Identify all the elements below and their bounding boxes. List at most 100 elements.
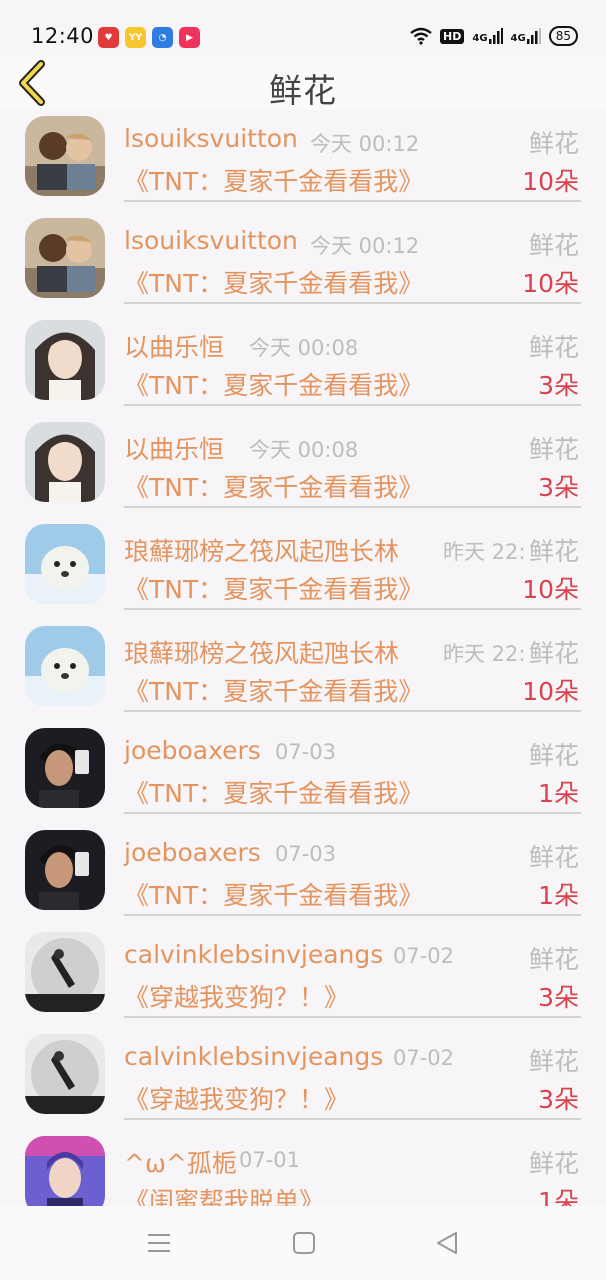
row-divider — [124, 302, 581, 304]
book-title[interactable]: 《TNT：夏家千金看看我》 — [124, 162, 423, 198]
back-triangle-icon — [437, 1232, 457, 1254]
yy-app-icon: YY — [125, 27, 146, 48]
avatar[interactable] — [25, 218, 105, 298]
gift-type: 鲜花 — [526, 532, 579, 568]
flower-count: 10朵 — [522, 167, 579, 196]
signal-icon — [526, 28, 541, 44]
book-title[interactable]: 《闺蜜帮我脱单》 — [124, 1182, 324, 1206]
book-title[interactable]: 《穿越我变狗？！》 — [124, 1080, 349, 1116]
gift-time: 07-03 — [275, 740, 337, 764]
sender-name[interactable]: joeboaxers — [124, 838, 261, 867]
sender-name[interactable]: 以曲乐恒 — [124, 328, 224, 364]
gift-type: 鲜花 — [526, 1144, 579, 1180]
flower-count: 1朵 — [538, 881, 579, 910]
list-item[interactable]: joeboaxers 07-03 鲜花《TNT：夏家千金看看我》 1朵 — [0, 824, 606, 926]
network-label-2: 4G — [510, 33, 526, 44]
gift-type: 鲜花 — [526, 430, 579, 466]
list-item[interactable]: 琅蘚琊榜之筏风起虺长林 昨天 22: 鲜花 《TNT：夏家千金看看我》 10朵 — [0, 620, 606, 722]
list-item[interactable]: calvinklebsinvjeangs 07-02 鲜花 《穿越我变狗？！》 3朵 — [0, 926, 606, 1028]
flower-count: 3朵 — [538, 473, 579, 502]
menu-button[interactable] — [146, 1230, 172, 1256]
list-item[interactable]: lsouiksvuitton 今天 00:12 鲜花《TNT：夏家千金看看我》 10朵 — [0, 110, 606, 212]
sender-name[interactable]: 琅蘚琊榜之筏风起虺长林 — [124, 634, 399, 670]
book-title[interactable]: 《TNT：夏家千金看看我》 — [124, 672, 423, 708]
gift-time: 07-02 — [393, 944, 455, 968]
row-divider — [124, 1016, 581, 1018]
menu-icon — [148, 1234, 170, 1252]
avatar[interactable] — [25, 1136, 105, 1206]
avatar[interactable] — [25, 422, 105, 502]
row-divider — [124, 812, 581, 814]
sender-name[interactable]: 琅蘚琊榜之筏风起虺长林 — [124, 532, 399, 568]
gift-time: 07-03 — [275, 842, 337, 866]
header: 鲜花 — [0, 56, 606, 110]
video-app-icon: ▶ — [179, 27, 200, 48]
list-item[interactable]: ^ω^孤栀 07-01 鲜花《闺蜜帮我脱单》 1朵 — [0, 1130, 606, 1206]
avatar[interactable] — [25, 830, 105, 910]
gift-time: 今天 00:12 — [310, 132, 420, 156]
gift-time: 07-01 — [239, 1148, 301, 1172]
network-label-1: 4G — [472, 33, 488, 44]
gift-time: 今天 00:08 — [249, 438, 359, 462]
heart-app-icon: ♥ — [98, 27, 119, 48]
book-title[interactable]: 《TNT：夏家千金看看我》 — [124, 468, 423, 504]
browser-app-icon: ◔ — [152, 27, 173, 48]
flower-count: 3朵 — [538, 1085, 579, 1114]
book-title[interactable]: 《TNT：夏家千金看看我》 — [124, 774, 423, 810]
sender-name[interactable]: calvinklebsinvjeangs — [124, 1042, 383, 1071]
row-divider — [124, 608, 581, 610]
battery-indicator: 85 — [548, 26, 578, 46]
gift-type: 鲜花 — [526, 226, 579, 262]
gift-type: 鲜花 — [526, 838, 579, 874]
wifi-icon — [410, 27, 432, 45]
flower-count: 10朵 — [522, 677, 579, 706]
book-title[interactable]: 《穿越我变狗？！》 — [124, 978, 349, 1014]
list-item[interactable]: 以曲乐恒 今天 00:08 鲜花 《TNT：夏家千金看看我》 3朵 — [0, 314, 606, 416]
sender-name[interactable]: joeboaxers — [124, 736, 261, 765]
list-item[interactable]: calvinklebsinvjeangs 07-02 鲜花《穿越我变狗？！》 3朵 — [0, 1028, 606, 1130]
book-title[interactable]: 《TNT：夏家千金看看我》 — [124, 366, 423, 402]
sender-name[interactable]: lsouiksvuitton — [124, 226, 298, 255]
gift-time: 今天 00:12 — [310, 234, 420, 258]
system-nav-bar — [0, 1206, 606, 1280]
status-indicators: HD 4G 4G 85 — [410, 26, 578, 46]
sender-name[interactable]: lsouiksvuitton — [124, 124, 298, 153]
list-item[interactable]: 琅蘚琊榜之筏风起虺长林 昨天 22: 鲜花 《TNT：夏家千金看看我》 10朵 — [0, 518, 606, 620]
row-divider — [124, 200, 581, 202]
avatar[interactable] — [25, 932, 105, 1012]
avatar[interactable] — [25, 116, 105, 196]
book-title[interactable]: 《TNT：夏家千金看看我》 — [124, 570, 423, 606]
flower-count: 1朵 — [538, 779, 579, 808]
list-item[interactable]: 以曲乐恒 今天 00:08 鲜花《TNT：夏家千金看看我》 3朵 — [0, 416, 606, 518]
avatar[interactable] — [25, 320, 105, 400]
gift-type: 鲜花 — [526, 1042, 579, 1078]
page-title: 鲜花 — [269, 71, 337, 110]
avatar[interactable] — [25, 626, 105, 706]
avatar[interactable] — [25, 728, 105, 808]
row-divider — [124, 710, 581, 712]
sender-name[interactable]: 以曲乐恒 — [124, 430, 224, 466]
gift-time: 昨天 22: — [443, 642, 526, 666]
book-title[interactable]: 《TNT：夏家千金看看我》 — [124, 876, 423, 912]
home-square-icon — [293, 1232, 315, 1254]
flower-count: 10朵 — [522, 269, 579, 298]
list-item[interactable]: joeboaxers 07-03 鲜花《TNT：夏家千金看看我》 1朵 — [0, 722, 606, 824]
flower-count: 1朵 — [538, 1187, 579, 1206]
gift-type: 鲜花 — [526, 124, 579, 160]
avatar[interactable] — [25, 1034, 105, 1114]
sender-name[interactable]: calvinklebsinvjeangs — [124, 940, 383, 969]
flower-count: 3朵 — [538, 371, 579, 400]
signal-icon — [488, 28, 503, 44]
gift-time: 昨天 22: — [443, 540, 526, 564]
gift-time: 今天 00:08 — [249, 336, 359, 360]
network-indicator-2: 4G — [511, 28, 541, 44]
flower-gift-list: lsouiksvuitton 今天 00:12 鲜花 《TNT：夏家千金看看我》 10朵… — [0, 110, 606, 1206]
gift-time: 07-02 — [393, 1046, 455, 1070]
system-back-button[interactable] — [434, 1230, 460, 1256]
book-title[interactable]: 《TNT：夏家千金看看我》 — [124, 264, 423, 300]
list-item[interactable]: lsouiksvuitton 今天 00:12 鲜花《TNT：夏家千金看看我》 10朵 — [0, 212, 606, 314]
avatar[interactable] — [25, 524, 105, 604]
sender-name[interactable]: ^ω^孤栀 — [124, 1144, 237, 1180]
gift-type: 鲜花 — [526, 736, 579, 772]
home-button[interactable] — [291, 1230, 317, 1256]
